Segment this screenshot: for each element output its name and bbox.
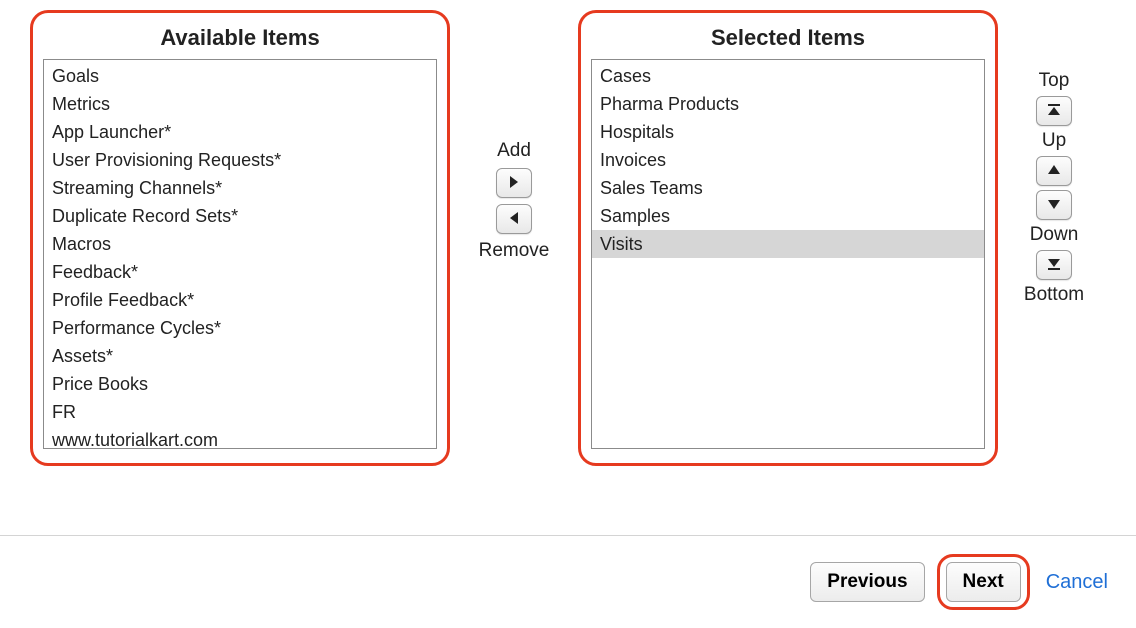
list-item[interactable]: FR xyxy=(44,398,436,426)
list-item[interactable]: User Provisioning Requests* xyxy=(44,146,436,174)
down-label: Down xyxy=(1030,224,1079,246)
list-item[interactable]: Assets* xyxy=(44,342,436,370)
move-bottom-icon xyxy=(1047,257,1061,274)
move-down-button[interactable] xyxy=(1036,190,1072,220)
available-items-panel: Available Items GoalsMetricsApp Launcher… xyxy=(30,10,450,466)
list-item[interactable]: www.tutorialkart.com xyxy=(44,426,436,449)
list-item[interactable]: Samples xyxy=(592,202,984,230)
selected-items-panel: Selected Items CasesPharma ProductsHospi… xyxy=(578,10,998,466)
list-item[interactable]: Goals xyxy=(44,62,436,90)
move-top-button[interactable] xyxy=(1036,96,1072,126)
move-up-button[interactable] xyxy=(1036,156,1072,186)
remove-label: Remove xyxy=(479,240,550,262)
add-remove-controls: Add Remove xyxy=(470,140,558,262)
cancel-link[interactable]: Cancel xyxy=(1046,571,1108,594)
move-bottom-button[interactable] xyxy=(1036,250,1072,280)
remove-button[interactable] xyxy=(496,204,532,234)
top-label: Top xyxy=(1039,70,1070,92)
arrow-up-icon xyxy=(1047,163,1061,180)
up-label: Up xyxy=(1042,130,1066,152)
list-item[interactable]: Visits xyxy=(592,230,984,258)
list-item[interactable]: Macros xyxy=(44,230,436,258)
list-item[interactable]: Profile Feedback* xyxy=(44,286,436,314)
list-item[interactable]: Feedback* xyxy=(44,258,436,286)
list-item[interactable]: Performance Cycles* xyxy=(44,314,436,342)
list-item[interactable]: Duplicate Record Sets* xyxy=(44,202,436,230)
next-button[interactable]: Next xyxy=(946,562,1021,602)
add-button[interactable] xyxy=(496,168,532,198)
selected-items-listbox[interactable]: CasesPharma ProductsHospitalsInvoicesSal… xyxy=(591,59,985,449)
list-item[interactable]: Cases xyxy=(592,62,984,90)
available-items-title: Available Items xyxy=(43,21,437,59)
move-top-icon xyxy=(1047,103,1061,120)
arrow-right-icon xyxy=(507,175,521,192)
available-items-listbox[interactable]: GoalsMetricsApp Launcher*User Provisioni… xyxy=(43,59,437,449)
reorder-controls: Top Up Down Bottom xyxy=(1018,70,1090,306)
list-item[interactable]: Sales Teams xyxy=(592,174,984,202)
arrow-down-icon xyxy=(1047,197,1061,214)
list-item[interactable]: Invoices xyxy=(592,146,984,174)
list-item[interactable]: Streaming Channels* xyxy=(44,174,436,202)
bottom-label: Bottom xyxy=(1024,284,1084,306)
wizard-footer: Previous Next Cancel xyxy=(0,535,1136,628)
list-item[interactable]: App Launcher* xyxy=(44,118,436,146)
add-label: Add xyxy=(497,140,531,162)
selected-items-title: Selected Items xyxy=(591,21,985,59)
list-item[interactable]: Hospitals xyxy=(592,118,984,146)
previous-button[interactable]: Previous xyxy=(810,562,924,602)
list-item[interactable]: Price Books xyxy=(44,370,436,398)
next-button-highlight: Next xyxy=(937,554,1030,610)
list-item[interactable]: Pharma Products xyxy=(592,90,984,118)
list-item[interactable]: Metrics xyxy=(44,90,436,118)
arrow-left-icon xyxy=(507,211,521,228)
